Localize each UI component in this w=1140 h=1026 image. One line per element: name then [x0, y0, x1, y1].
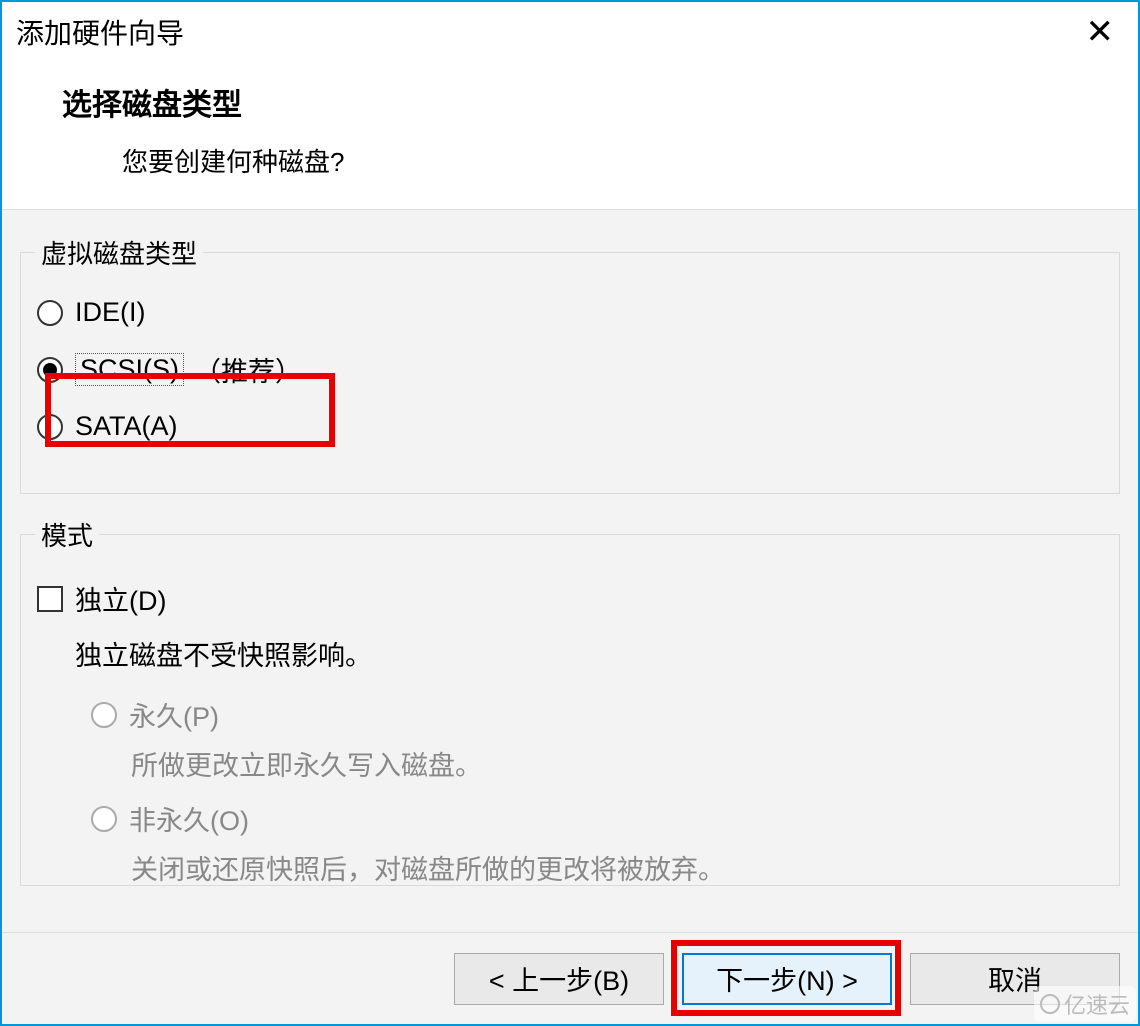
content-area: 虚拟磁盘类型 IDE(I) SCSI(S) （推荐） SATA(A) 模式 独立… — [2, 210, 1138, 940]
nonpermanent-label: 非永久(O) — [129, 799, 249, 838]
radio-scsi[interactable] — [37, 357, 63, 383]
watermark-icon — [1040, 994, 1060, 1014]
checkbox-independent[interactable] — [37, 586, 63, 612]
watermark: 亿速云 — [1034, 986, 1136, 1022]
window-title: 添加硬件向导 — [16, 12, 184, 52]
nonpermanent-desc: 关闭或还原快照后，对磁盘所做的更改将被放弃。 — [131, 848, 1105, 887]
close-icon[interactable]: ✕ — [1080, 15, 1121, 49]
disk-type-group: 虚拟磁盘类型 IDE(I) SCSI(S) （推荐） SATA(A) — [20, 234, 1120, 494]
wizard-footer: < 上一步(B) 下一步(N) > 取消 — [2, 932, 1138, 1024]
radio-scsi-row[interactable]: SCSI(S) （推荐） — [35, 344, 1105, 395]
nonpermanent-row: 非永久(O) — [91, 799, 1105, 838]
independent-row[interactable]: 独立(D) — [35, 573, 1105, 624]
radio-nonpermanent — [91, 806, 117, 832]
permanent-row: 永久(P) — [91, 695, 1105, 734]
page-subtitle: 您要创建何种磁盘? — [122, 142, 1098, 179]
mode-group: 模式 独立(D) 独立磁盘不受快照影响。 永久(P) 所做更改立即永久写入磁盘。… — [20, 516, 1120, 886]
radio-scsi-label: SCSI(S) — [75, 353, 184, 386]
radio-ide-row[interactable]: IDE(I) — [35, 291, 1105, 334]
disk-type-legend: 虚拟磁盘类型 — [35, 234, 203, 271]
independent-label: 独立(D) — [75, 579, 166, 618]
independent-desc: 独立磁盘不受快照影响。 — [75, 634, 1105, 673]
permanent-label: 永久(P) — [129, 695, 219, 734]
radio-scsi-suffix: （推荐） — [194, 350, 302, 389]
next-button[interactable]: 下一步(N) > — [682, 953, 892, 1005]
wizard-header: 选择磁盘类型 您要创建何种磁盘? — [2, 62, 1138, 209]
back-button[interactable]: < 上一步(B) — [454, 953, 664, 1005]
watermark-text: 亿速云 — [1064, 988, 1130, 1020]
permanent-desc: 所做更改立即永久写入磁盘。 — [131, 744, 1105, 783]
radio-sata-label: SATA(A) — [75, 411, 178, 442]
radio-sata[interactable] — [37, 414, 63, 440]
radio-permanent — [91, 702, 117, 728]
titlebar: 添加硬件向导 ✕ — [2, 2, 1138, 62]
radio-ide-label: IDE(I) — [75, 297, 146, 328]
mode-legend: 模式 — [35, 516, 99, 553]
radio-sata-row[interactable]: SATA(A) — [35, 405, 1105, 448]
page-title: 选择磁盘类型 — [62, 80, 1098, 124]
radio-ide[interactable] — [37, 300, 63, 326]
